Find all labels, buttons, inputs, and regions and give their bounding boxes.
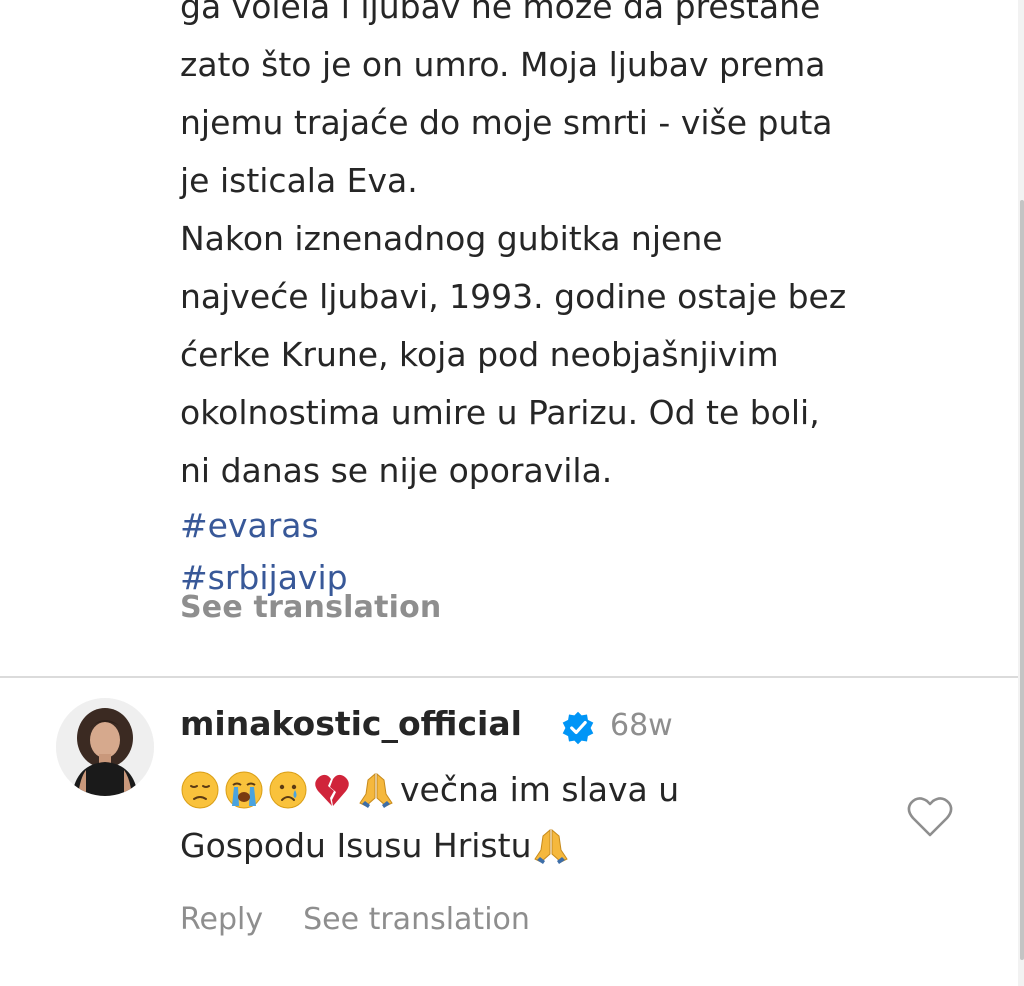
reply-button[interactable]: Reply [180,902,263,937]
folded-hands-icon [534,828,569,864]
avatar-image [56,698,154,796]
loudly-crying-face-icon [225,771,263,809]
caption-line: najveće ljubavi, 1993. godine ostaje bez [180,277,847,316]
verified-badge-icon [562,711,594,745]
caption-line: okolnostima umire u Parizu. Od te boli, [180,393,820,432]
see-translation-button[interactable]: See translation [180,590,441,625]
comment-text-line-1: večna im slava u [400,770,680,809]
caption-line: je isticala Eva. [180,161,418,200]
caption-line: zato što je on umro. Moja ljubav prema [180,45,826,84]
crying-face-icon [269,771,307,809]
comment-see-translation-button[interactable]: See translation [303,902,530,937]
sad-face-icon [181,771,219,809]
caption-line: ga volela i ljubav ne može da prestane [180,0,821,26]
divider [0,676,1018,678]
comment-text: večna im slava u Gospodu Isusu Hristu [180,762,880,874]
caption-line: njemu trajaće do moje smrti - više puta [180,103,833,142]
instagram-post-view: ga volela i ljubav ne može da prestane z… [0,0,1024,986]
comment-line-2: Gospodu Isusu Hristu [180,818,880,874]
caption-line: ni danas se nije oporavila. [180,451,613,490]
caption-line: Nakon iznenadnog gubitka njene [180,219,723,258]
comment-text-line-2: Gospodu Isusu Hristu [180,826,532,865]
scrollbar-thumb[interactable] [1020,200,1024,960]
hashtag-link-evaras[interactable]: #evaras [180,500,970,552]
like-heart-icon[interactable] [905,795,955,839]
scrollbar[interactable] [1018,0,1024,986]
avatar[interactable] [56,698,154,796]
caption-line: ćerke Krune, koja pod neobjašnjivim [180,335,779,374]
folded-hands-icon [359,772,393,808]
comment-actions: Reply See translation [180,902,530,937]
comment-timestamp[interactable]: 68w [610,708,673,743]
post-caption: ga volela i ljubav ne može da prestane z… [180,0,970,604]
broken-heart-icon [315,774,349,806]
comment-line-1: večna im slava u [180,762,880,818]
comment-username[interactable]: minakostic_official [180,704,522,743]
